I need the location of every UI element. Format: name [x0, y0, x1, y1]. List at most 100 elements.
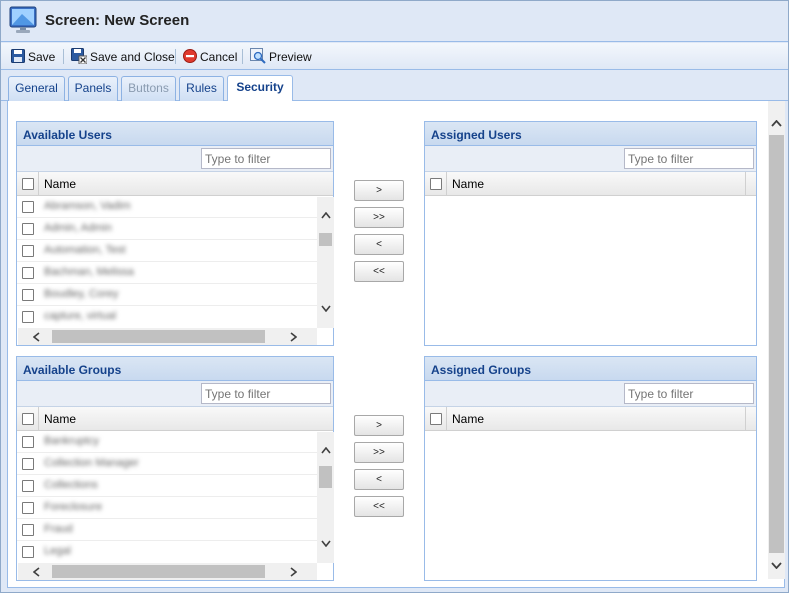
row-checkbox[interactable]	[22, 480, 34, 492]
scroll-down-icon[interactable]	[317, 300, 334, 317]
row-checkbox[interactable]	[22, 245, 34, 257]
select-all-checkbox[interactable]	[430, 178, 442, 190]
row-checkbox[interactable]	[22, 502, 34, 514]
row-checkbox[interactable]	[22, 546, 34, 558]
preview-button[interactable]: Preview	[250, 47, 312, 66]
available-users-filter-input[interactable]	[201, 148, 331, 169]
name-column-header[interactable]: Name	[452, 177, 484, 191]
list-item[interactable]: Foreclosure	[17, 497, 317, 519]
remove-all-groups-button[interactable]: <<	[354, 496, 404, 517]
monitor-icon	[9, 6, 37, 34]
list-horizontal-scrollbar[interactable]	[18, 563, 317, 580]
assigned-groups-filter-input[interactable]	[624, 383, 754, 404]
column-divider	[745, 172, 746, 196]
tab-general[interactable]: General	[8, 76, 65, 101]
list-item[interactable]: capture, virtual	[17, 306, 317, 327]
select-all-checkbox[interactable]	[22, 413, 34, 425]
tab-security[interactable]: Security	[227, 75, 293, 102]
filter-row	[17, 381, 333, 407]
scroll-up-icon[interactable]	[317, 207, 334, 224]
remove-group-button[interactable]: <	[354, 469, 404, 490]
tab-strip: General Panels Buttons Rules Security	[1, 70, 788, 102]
add-group-button[interactable]: >	[354, 415, 404, 436]
scrollbar-thumb[interactable]	[52, 565, 265, 578]
group-name: Foreclosure	[44, 501, 103, 513]
row-checkbox[interactable]	[22, 267, 34, 279]
save-close-icon	[71, 47, 88, 67]
scroll-down-icon[interactable]	[768, 557, 785, 574]
title-bar: Screen: New Screen	[1, 1, 788, 42]
toolbar-separator	[242, 49, 243, 64]
row-checkbox[interactable]	[22, 524, 34, 536]
row-checkbox[interactable]	[22, 436, 34, 448]
available-users-panel: Available Users Name Abramson, Vadim Adm…	[16, 121, 334, 346]
list-item[interactable]: Boudley, Corey	[17, 284, 317, 306]
cancel-icon	[183, 48, 197, 66]
scroll-up-icon[interactable]	[768, 115, 785, 132]
scrollbar-thumb[interactable]	[319, 466, 332, 488]
remove-user-button[interactable]: <	[354, 234, 404, 255]
grid-header: Name	[425, 407, 756, 431]
name-column-header[interactable]: Name	[44, 177, 76, 191]
group-name: Bankruptcy	[44, 435, 100, 447]
tab-panels[interactable]: Panels	[68, 76, 118, 101]
cancel-button[interactable]: Cancel	[183, 48, 237, 66]
list-item[interactable]: Bachman, Melissa	[17, 262, 317, 284]
available-groups-filter-input[interactable]	[201, 383, 331, 404]
list-item[interactable]: Fraud	[17, 519, 317, 541]
save-button[interactable]: Save	[11, 48, 55, 66]
filter-row	[17, 146, 333, 172]
list-item[interactable]: Automation, Test	[17, 240, 317, 262]
select-all-checkbox[interactable]	[22, 178, 34, 190]
scrollbar-thumb[interactable]	[52, 330, 265, 343]
scroll-right-icon[interactable]	[285, 563, 302, 580]
assigned-users-filter-input[interactable]	[624, 148, 754, 169]
scroll-left-icon[interactable]	[28, 328, 45, 345]
tab-rules[interactable]: Rules	[179, 76, 224, 101]
grid-header: Name	[17, 172, 333, 196]
scrollbar-thumb[interactable]	[319, 233, 332, 246]
scroll-right-icon[interactable]	[285, 328, 302, 345]
name-column-header[interactable]: Name	[44, 412, 76, 426]
available-users-list: Abramson, Vadim Admin, Admin Automation,…	[17, 196, 333, 327]
scrollbar-thumb[interactable]	[769, 135, 784, 553]
group-name: Fraud	[44, 523, 73, 535]
toolbar-separator	[175, 49, 176, 64]
row-checkbox[interactable]	[22, 458, 34, 470]
name-column-header[interactable]: Name	[452, 412, 484, 426]
list-item[interactable]: Collections	[17, 475, 317, 497]
list-vertical-scrollbar[interactable]	[317, 432, 334, 563]
list-item[interactable]: Admin, Admin	[17, 218, 317, 240]
row-checkbox[interactable]	[22, 201, 34, 213]
row-checkbox[interactable]	[22, 289, 34, 301]
scroll-left-icon[interactable]	[28, 563, 45, 580]
assigned-users-panel: Assigned Users Name	[424, 121, 757, 346]
assigned-groups-panel: Assigned Groups Name	[424, 356, 757, 581]
column-divider	[38, 172, 39, 196]
scroll-down-icon[interactable]	[317, 535, 334, 552]
list-horizontal-scrollbar[interactable]	[18, 328, 317, 345]
list-item[interactable]: Legal	[17, 541, 317, 562]
list-item[interactable]: Bankruptcy	[17, 431, 317, 453]
grid-header: Name	[17, 407, 333, 431]
available-groups-panel: Available Groups Name Bankruptcy Collect…	[16, 356, 334, 581]
tab-buttons[interactable]: Buttons	[121, 76, 176, 101]
panel-title: Available Groups	[17, 357, 333, 381]
add-user-button[interactable]: >	[354, 180, 404, 201]
list-item[interactable]: Collection Manager	[17, 453, 317, 475]
list-item[interactable]: Abramson, Vadim	[17, 196, 317, 218]
panel-title: Assigned Groups	[425, 357, 756, 381]
select-all-checkbox[interactable]	[430, 413, 442, 425]
filter-row	[425, 381, 756, 407]
scroll-up-icon[interactable]	[317, 442, 334, 459]
row-checkbox[interactable]	[22, 311, 34, 323]
save-and-close-button[interactable]: Save and Close	[71, 47, 175, 67]
add-all-users-button[interactable]: >>	[354, 207, 404, 228]
list-vertical-scrollbar[interactable]	[317, 197, 334, 328]
row-checkbox[interactable]	[22, 223, 34, 235]
remove-all-users-button[interactable]: <<	[354, 261, 404, 282]
preview-label: Preview	[269, 50, 312, 64]
content-vertical-scrollbar[interactable]	[768, 101, 785, 579]
filter-row	[425, 146, 756, 172]
add-all-groups-button[interactable]: >>	[354, 442, 404, 463]
